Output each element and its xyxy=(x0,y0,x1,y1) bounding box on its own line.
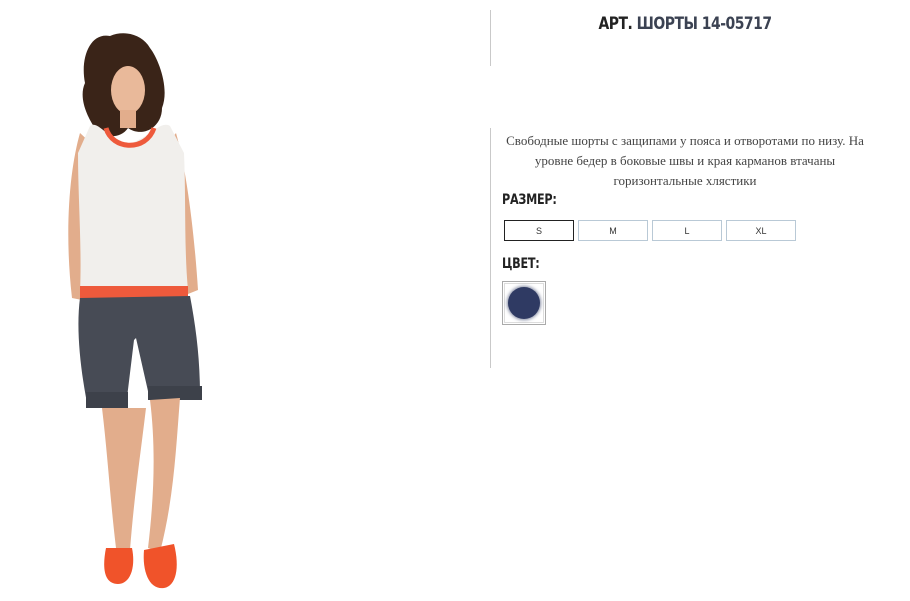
product-title: АРТ. ШОРТЫ 14-05717 xyxy=(533,14,836,34)
divider-top xyxy=(490,10,491,66)
size-label: РАЗМЕР: xyxy=(502,192,557,208)
color-swatch-frame xyxy=(504,283,544,323)
size-option-m[interactable]: M xyxy=(578,220,648,241)
size-options: S M L XL xyxy=(504,220,796,241)
divider-bottom xyxy=(490,128,491,368)
color-label: ЦВЕТ: xyxy=(502,256,540,272)
title-prefix: АРТ. xyxy=(598,14,633,34)
product-photo xyxy=(50,28,220,600)
size-option-s[interactable]: S xyxy=(504,220,574,241)
title-name: ШОРТЫ 14-05717 xyxy=(636,14,772,34)
size-option-xl[interactable]: XL xyxy=(726,220,796,241)
size-option-l[interactable]: L xyxy=(652,220,722,241)
color-swatch[interactable] xyxy=(502,281,546,325)
color-swatch-dot xyxy=(508,287,540,319)
product-description: Свободные шорты с защипами у пояса и отв… xyxy=(506,133,864,188)
